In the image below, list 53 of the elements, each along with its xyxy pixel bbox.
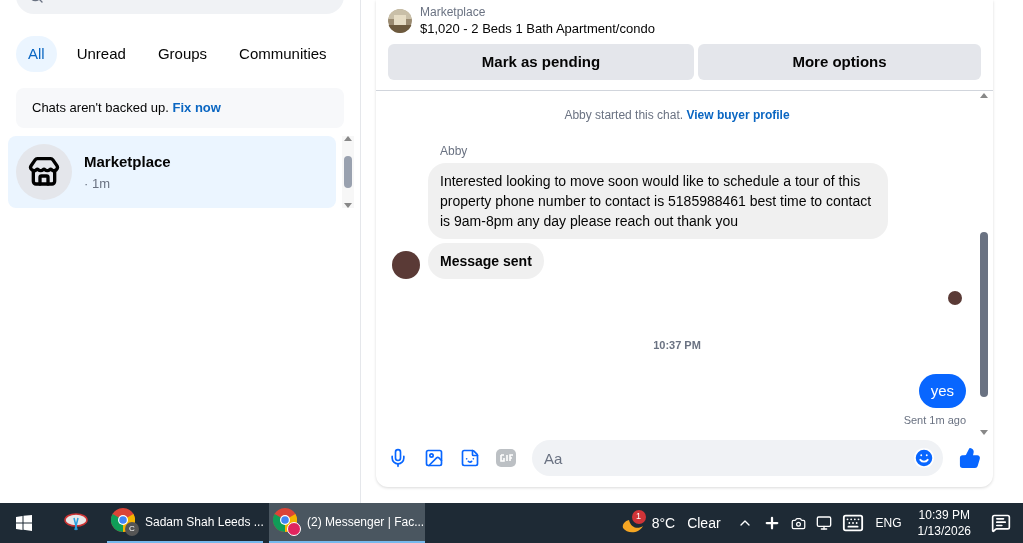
clock-time[interactable]: 10:39 PM [918,507,970,523]
temperature: 8°C [651,513,676,533]
chat-name: Marketplace [84,152,171,172]
store-icon [16,144,72,200]
backup-text: Chats aren't backed up. Fix now [32,99,221,118]
camera-icon[interactable] [790,515,806,531]
listing-source: Marketplace [420,4,487,20]
weather-badge: 1 [631,510,646,524]
seen-avatar [948,291,962,305]
language-indicator[interactable]: ENG [875,515,902,531]
sticker-icon[interactable] [460,448,480,468]
timestamp: 10:37 PM [653,338,701,353]
filter-tab[interactable]: Unread [64,36,138,72]
emoji-icon[interactable] [913,447,935,469]
keyboard-icon[interactable] [841,512,864,534]
filter-tab[interactable]: All [16,36,57,72]
message-field[interactable]: Aa [532,440,943,476]
listing-title: $1,020 - 2 Beds 1 Bath Apartment/condo [420,20,655,38]
message-bubble: Interested looking to move soon would like to schedule a tour of this property phone number to contact is 5185988461 best time to contact is 9am-8pm any day please reach out thank you [428,163,888,239]
filter-tab[interactable]: Groups [145,36,220,72]
chat-item[interactable]: Marketplace · 1m [8,136,336,208]
task-label: (2) Messenger | Fac... [307,514,425,531]
sender-name: Abby [440,144,468,158]
scroll-down-arrow[interactable] [344,203,352,208]
sent-status: Sent 1m ago [903,413,966,428]
message-bubble: yes [918,373,966,408]
buyer-profile-link[interactable]: View buyer profile [686,108,790,122]
scroll-up-arrow[interactable] [344,136,352,141]
scrollbar-thumb[interactable] [344,156,352,188]
filter-tab[interactable]: Communities [227,36,339,72]
taskbar-task[interactable]: C Sadam Shah Leeds ... [107,503,263,543]
clock-date[interactable]: 1/13/2026 [917,523,971,539]
scroll-down-arrow[interactable] [980,430,988,435]
system-message: Abby started this chat. View buyer profile [564,107,790,123]
scroll-up-arrow[interactable] [980,93,988,98]
windows-icon[interactable] [16,515,32,531]
profile-badge: C [125,522,139,536]
weather-widget[interactable]: 1 8°C Clear [621,510,721,536]
weather-condition: Clear [687,513,721,533]
network-icon[interactable] [815,515,832,531]
like-icon[interactable] [959,447,981,469]
scrollbar-thumb[interactable] [980,231,988,397]
notifications-icon[interactable] [991,513,1011,533]
listing-button[interactable]: More options [698,44,981,80]
chat-time: · 1m [84,174,111,193]
notification-badge-icon [287,522,301,536]
taskbar-task[interactable]: (2) Messenger | Fac... [269,503,425,543]
task-label: Sadam Shah Leeds ... [145,514,264,531]
fix-now-link[interactable]: Fix now [172,100,221,116]
photo-icon[interactable] [424,448,444,468]
microphone-icon[interactable] [388,448,408,468]
message-bubble: Message sent [428,243,544,279]
listing-button[interactable]: Mark as pending [388,44,694,80]
